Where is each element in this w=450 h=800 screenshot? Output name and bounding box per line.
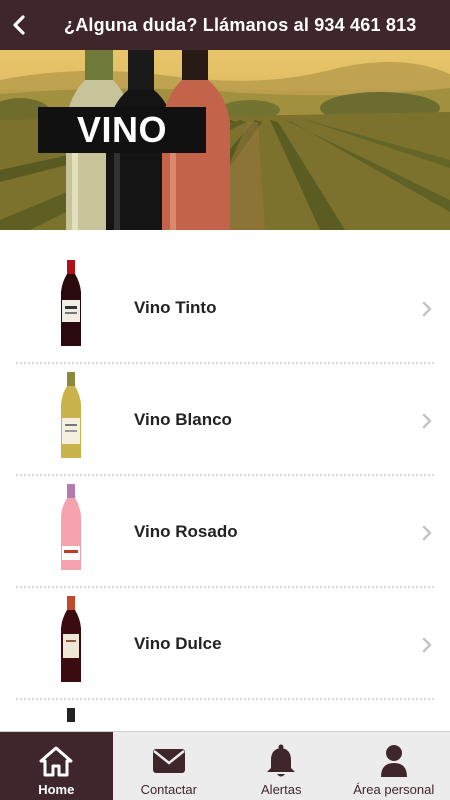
chevron-right-icon bbox=[422, 413, 432, 429]
bell-icon bbox=[267, 744, 296, 777]
list-item-label: Vino Blanco bbox=[134, 410, 232, 429]
list-item-partial[interactable] bbox=[16, 700, 434, 730]
chevron-left-icon bbox=[13, 15, 25, 35]
user-icon bbox=[380, 745, 407, 777]
home-icon bbox=[39, 746, 73, 777]
tab-label: Alertas bbox=[261, 782, 302, 797]
white-wine-bottle-icon bbox=[61, 372, 81, 458]
list-item-label: Vino Tinto bbox=[134, 298, 217, 317]
rose-wine-bottle-icon bbox=[61, 484, 81, 570]
tab-label: Área personal bbox=[353, 782, 435, 797]
tab-area-personal[interactable]: Área personal bbox=[338, 732, 450, 800]
tab-label: Contactar bbox=[140, 782, 197, 797]
sweet-wine-bottle-icon bbox=[61, 596, 81, 682]
header-title[interactable]: ¿Alguna duda? Llámanos al 934 461 813 bbox=[64, 15, 417, 36]
envelope-icon bbox=[152, 749, 185, 773]
top-bar: ¿Alguna duda? Llámanos al 934 461 813 bbox=[0, 0, 450, 50]
tab-home[interactable]: Home bbox=[0, 732, 113, 800]
hero-banner: VINO bbox=[0, 50, 450, 230]
list-item-vino-tinto[interactable]: Vino Tinto bbox=[16, 252, 434, 364]
list-item-label: Vino Rosado bbox=[134, 522, 238, 541]
back-button[interactable] bbox=[0, 0, 38, 50]
tab-label: Home bbox=[38, 782, 75, 797]
tab-alertas[interactable]: Alertas bbox=[225, 732, 338, 800]
chevron-right-icon bbox=[422, 301, 432, 317]
hero-title: VINO bbox=[38, 107, 206, 153]
list-item-vino-blanco[interactable]: Vino Blanco bbox=[16, 364, 434, 476]
bottom-tab-bar: Home Contactar Alertas Área personal bbox=[0, 731, 450, 800]
list-item-label: Vino Dulce bbox=[134, 634, 222, 653]
tab-contactar[interactable]: Contactar bbox=[113, 732, 226, 800]
list-item-vino-dulce[interactable]: Vino Dulce bbox=[16, 588, 434, 700]
red-wine-bottle-icon bbox=[61, 260, 81, 346]
chevron-right-icon bbox=[422, 637, 432, 653]
list-item-vino-rosado[interactable]: Vino Rosado bbox=[16, 476, 434, 588]
chevron-right-icon bbox=[422, 525, 432, 541]
category-list: Vino Tinto Vino Blanco Vino Rosado Vino … bbox=[0, 252, 450, 730]
